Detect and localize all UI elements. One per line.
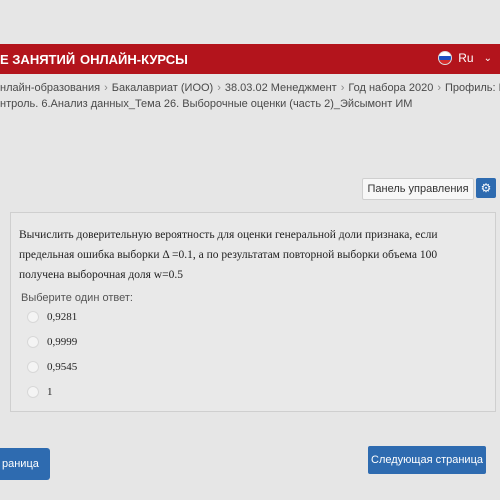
- breadcrumb-line-1: нлайн-образования › Бакалавриат (ИОО) › 38.0…: [0, 80, 500, 96]
- breadcrumb-line-2[interactable]: нтроль. 6.Анализ данных_Тема 26. Выбороч…: [0, 96, 500, 112]
- breadcrumb-separator-icon: ›: [104, 82, 108, 94]
- russia-flag-icon: [438, 51, 453, 65]
- answer-prompt: Выберите один ответ:: [21, 292, 133, 304]
- answer-option[interactable]: 0,9999: [27, 336, 77, 348]
- next-page-button[interactable]: Следующая страница: [368, 446, 486, 474]
- answer-option-label: 0,9999: [47, 336, 78, 348]
- radio-button[interactable]: [27, 361, 39, 373]
- breadcrumb: нлайн-образования › Бакалавриат (ИОО) › 38.0…: [0, 80, 500, 112]
- breadcrumb-separator-icon: ›: [217, 82, 221, 94]
- top-navbar: Е ЗАНЯТИЙ ОНЛАЙН-КУРСЫ Ru ⌄: [0, 44, 500, 74]
- screen: Е ЗАНЯТИЙ ОНЛАЙН-КУРСЫ Ru ⌄ нлайн-образо…: [0, 0, 500, 500]
- breadcrumb-item[interactable]: Профиль: Маркетинг: [445, 82, 500, 94]
- nav-item-online-courses[interactable]: ОНЛАЙН-КУРСЫ: [80, 52, 188, 67]
- nav-item-schedule[interactable]: Е ЗАНЯТИЙ: [0, 52, 75, 67]
- language-selector[interactable]: Ru ⌄: [438, 51, 492, 65]
- answer-option-label: 0,9281: [47, 311, 78, 323]
- question-text: Вычислить доверительную вероятность для …: [19, 229, 438, 281]
- answer-option-label: 1: [47, 386, 53, 398]
- language-label: Ru: [458, 51, 474, 65]
- breadcrumb-separator-icon: ›: [340, 82, 345, 94]
- question-card: Вычислить доверительную вероятность для …: [10, 212, 496, 412]
- gear-icon[interactable]: ⚙: [476, 178, 496, 198]
- breadcrumb-item[interactable]: 38.03.02 Менеджмент: [225, 82, 337, 94]
- previous-page-button[interactable]: раница: [0, 448, 50, 480]
- breadcrumb-item[interactable]: Год набора 2020: [348, 82, 433, 94]
- radio-button[interactable]: [27, 311, 39, 323]
- answer-option[interactable]: 0,9281: [27, 311, 77, 323]
- control-panel-button[interactable]: Панель управления: [362, 178, 474, 200]
- answer-option-label: 0,9545: [47, 361, 78, 373]
- breadcrumb-item[interactable]: Бакалавриат (ИОО): [112, 82, 213, 94]
- breadcrumb-separator-icon: ›: [437, 82, 441, 94]
- answer-option[interactable]: 0,9545: [27, 361, 77, 373]
- breadcrumb-item[interactable]: нлайн-образования: [0, 82, 100, 94]
- answer-option[interactable]: 1: [27, 386, 53, 398]
- chevron-down-icon: ⌄: [483, 52, 492, 64]
- radio-button[interactable]: [27, 386, 39, 398]
- radio-button[interactable]: [27, 336, 39, 348]
